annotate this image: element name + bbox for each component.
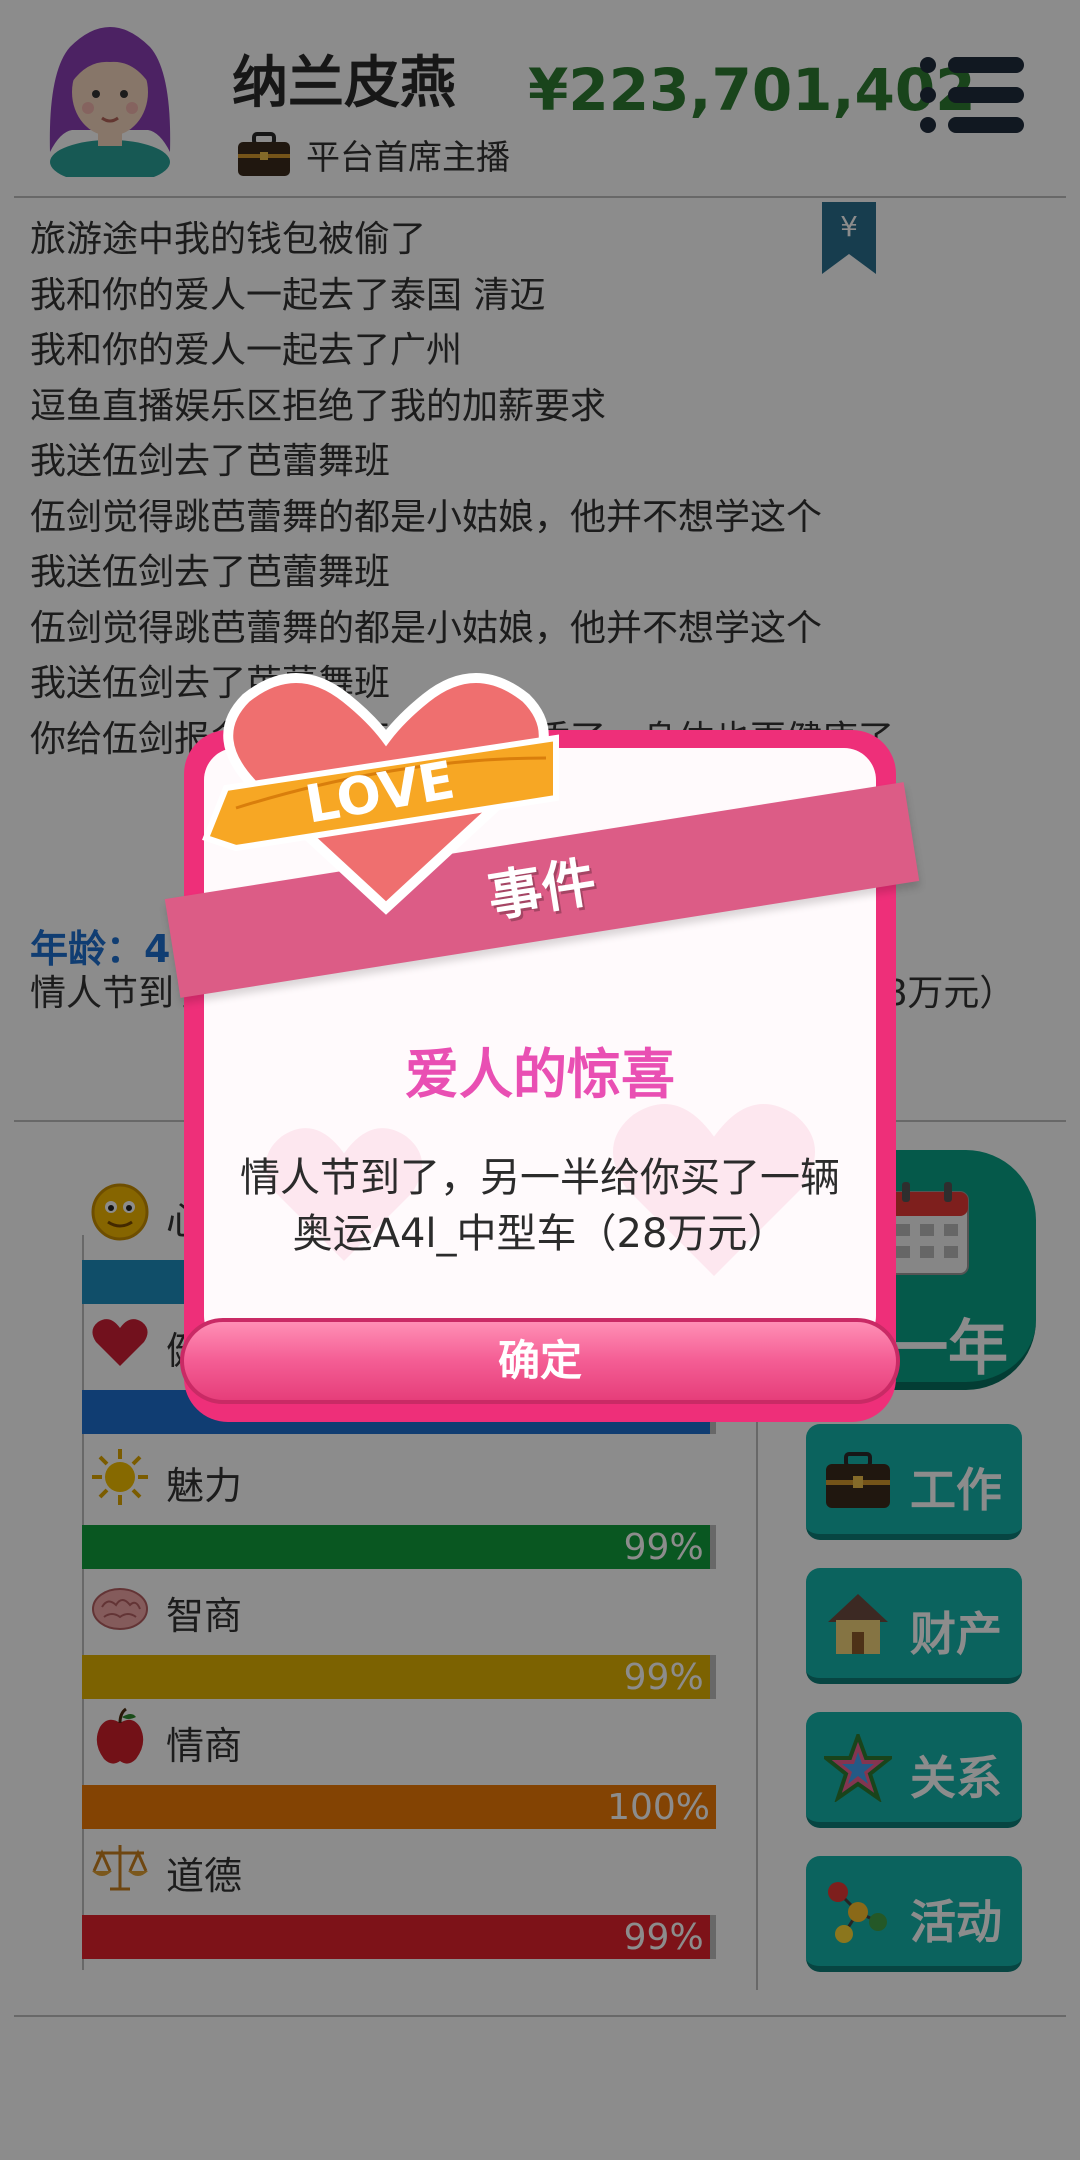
event-message: 情人节到了，另一半给你买了一辆奥运A4l_中型车（28万元） [240,1155,840,1257]
event-title: 爱人的惊喜 [405,1043,675,1106]
confirm-button[interactable]: 确定 [180,1318,900,1404]
love-heart-icon: LOVE [202,673,559,915]
